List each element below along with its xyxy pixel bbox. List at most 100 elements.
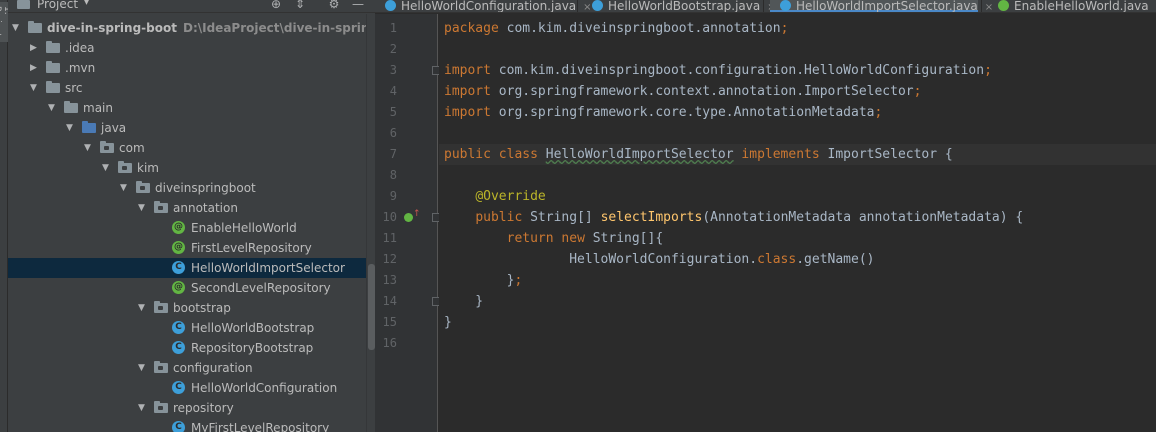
tree-item-kim[interactable]: ▼ kim [8,158,366,178]
code-token: } [444,294,484,309]
code-token: org.springframework.core.type.Annotation… [490,105,875,120]
chevron-down-icon[interactable]: ▾ [84,0,89,8]
scrollbar-thumb[interactable] [368,264,375,350]
code-token: public [475,210,531,225]
tree-item-dive-in-spring-boot[interactable]: ▼ dive-in-spring-boot D:\IdeaProject\dive-… [8,18,375,38]
tab-label: HelloWorldBootstrap.java [608,0,761,13]
expand-arrow-icon[interactable]: ▼ [102,158,112,178]
tree-item-java[interactable]: ▼ java [8,118,366,138]
tab-separator [577,0,578,12]
locate-icon[interactable]: ⊕ [268,0,284,11]
tree-item-label: configuration [173,361,253,375]
project-path: D:\IdeaProject\dive-in-spring-boot [182,21,375,35]
code-token: import [444,63,491,78]
tab-enablehelloworld[interactable]: EnableHelloWorld.java× [988,0,1156,13]
code-token: ; [514,273,523,288]
tab-label: EnableHelloWorld.java [1014,0,1149,13]
expand-arrow-icon[interactable]: ▼ [138,398,148,418]
collapsed-arrow-icon[interactable]: ▶ [30,58,40,78]
code-line[interactable]: package com.kim.diveinspringboot.annotat… [444,18,788,39]
project-folder-icon [17,0,30,9]
line-number: 15 [382,315,397,329]
code-line[interactable]: public String[] selectImports(Annotation… [444,207,1023,228]
annotation-icon: @ [172,281,185,294]
collapsed-arrow-icon[interactable]: ▶ [30,38,40,58]
tree-item-enablehelloworld[interactable]: @ EnableHelloWorld [8,218,366,238]
implements-method-icon[interactable] [404,213,413,222]
expand-arrow-icon[interactable]: ▼ [30,78,40,98]
project-view-selector[interactable]: Project [37,0,78,11]
code-token: HelloWorldImportSelector [545,147,734,162]
annotation-icon [998,0,1009,11]
tree-item-repository[interactable]: ▼ repository [8,398,366,418]
tab-separator [981,0,982,12]
collapse-all-icon[interactable]: ⇕ [292,0,308,11]
tree-item-configuration[interactable]: ▼ configuration [8,358,366,378]
tree-item-src[interactable]: ▼ src [8,78,366,98]
code-line[interactable]: } [444,291,483,312]
tree-item-main[interactable]: ▼ main [8,98,366,118]
tree-item-annotation[interactable]: ▼ annotation [8,198,366,218]
code-token: ; [913,84,922,99]
line-number: 4 [389,84,397,98]
line-number: 8 [389,168,397,182]
code-line[interactable]: import com.kim.diveinspringboot.configur… [444,60,992,81]
tree-item--mvn[interactable]: ▶ .mvn [8,58,366,78]
project-tree-scrollbar[interactable] [366,14,375,432]
hide-panel-icon[interactable]: — [350,0,366,11]
code-token: @Override [475,189,546,204]
tree-item-secondlevelrepository[interactable]: @ SecondLevelRepository [8,278,366,298]
code-line[interactable]: }; [444,270,523,291]
class-icon: C [172,421,185,432]
folder-icon [46,61,60,73]
code-line[interactable]: import org.springframework.context.annot… [444,81,921,102]
code-token: import [444,105,491,120]
expand-arrow-icon[interactable]: ▼ [138,198,148,218]
code-token: ; [874,105,883,120]
line-number: 5 [389,105,397,119]
code-line[interactable]: import org.springframework.core.type.Ann… [444,102,882,123]
tree-item-helloworldconfiguration[interactable]: C HelloWorldConfiguration [8,378,366,398]
gear-icon[interactable]: ⚙ [326,0,342,11]
code-line[interactable]: } [444,312,452,333]
tree-item-helloworldimportselector[interactable]: C HelloWorldImportSelector [8,258,366,278]
code-line[interactable]: HelloWorldConfiguration.class.getName() [444,249,874,270]
expand-arrow-icon[interactable]: ▼ [84,138,94,158]
tree-item-helloworldbootstrap[interactable]: C HelloWorldBootstrap [8,318,366,338]
tab-helloworldbootstrap[interactable]: HelloWorldBootstrap.java× [582,0,776,13]
project-tool-window-button[interactable]: 1: Project [0,2,12,42]
expand-arrow-icon[interactable]: ▼ [12,18,22,38]
class-icon [385,0,396,11]
tree-item--idea[interactable]: ▶ .idea [8,38,366,58]
tree-item-label: dive-in-spring-boot D:\IdeaProject\dive-i… [47,18,375,38]
line-number: 1 [389,21,397,35]
tree-item-repositorybootstrap[interactable]: C RepositoryBootstrap [8,338,366,358]
code-line[interactable]: return new String[]{ [444,228,664,249]
tree-item-bootstrap[interactable]: ▼ bootstrap [8,298,366,318]
tab-helloworldimportselector[interactable]: HelloWorldImportSelector.java × [770,0,993,12]
code-line[interactable]: @Override [444,186,546,207]
tab-helloworldconfiguration[interactable]: HelloWorldConfiguration.java × [375,0,592,12]
project-panel: Project ▾ ⊕ ⇕ ⚙ — ▼ dive-in-spring-boot D:… [8,0,375,432]
code-token: org.springframework.context.annotation.I… [490,84,914,99]
package-icon [118,161,132,173]
expand-arrow-icon[interactable]: ▼ [138,358,148,378]
tree-item-firstlevelrepository[interactable]: @ FirstLevelRepository [8,238,366,258]
tree-item-diveinspringboot[interactable]: ▼ diveinspringboot [8,178,366,198]
line-number: 12 [382,252,397,266]
expand-arrow-icon[interactable]: ▼ [138,298,148,318]
code-token: return new [506,231,593,246]
code-token: class [757,252,797,267]
code-editor[interactable]: package com.kim.diveinspringboot.annotat… [439,14,1156,432]
tree-item-myfirstlevelrepository[interactable]: C MyFirstLevelRepository [8,418,366,432]
code-line[interactable]: public class HelloWorldImportSelector im… [444,144,953,165]
tree-item-com[interactable]: ▼ com [8,138,366,158]
tree-item-label: com [119,141,145,155]
expand-arrow-icon[interactable]: ▼ [120,178,130,198]
expand-arrow-icon[interactable]: ▼ [48,98,58,118]
expand-arrow-icon[interactable]: ▼ [66,118,76,138]
override-arrow-icon: ↑ [413,209,421,219]
code-token: ; [984,63,992,78]
